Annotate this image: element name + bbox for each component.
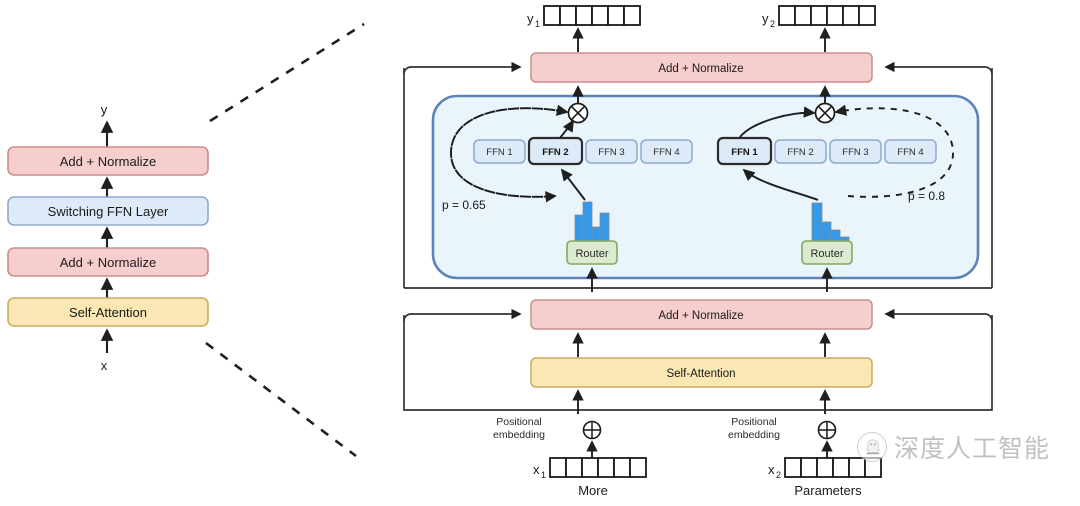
ffn-box-right-3[interactable]: FFN 3	[829, 139, 882, 164]
input-token-x1: x 1 More	[533, 457, 647, 498]
output-token-y1: y 1	[527, 5, 641, 29]
block-label: Add + Normalize	[658, 310, 743, 322]
residual-arrow-left-top	[403, 61, 522, 75]
multiply-node-right	[814, 102, 836, 124]
ffn-box-left-3[interactable]: FFN 3	[585, 139, 638, 164]
positional-embedding-label-left-line2: embedding	[493, 429, 545, 441]
token-cells	[549, 457, 647, 478]
ffn-label: FFN 1	[731, 147, 758, 158]
residual-arrow-left-bottom	[403, 308, 522, 322]
token-cells	[778, 5, 876, 26]
ffn-label: FFN 2	[542, 147, 568, 158]
positional-embedding-add-right	[817, 420, 837, 440]
input-token-x2: x 2 Parameters	[768, 457, 882, 498]
input-word-label: Parameters	[794, 483, 862, 498]
switching-ffn-layer-panel	[431, 94, 980, 280]
ffn-label: FFN 3	[842, 147, 868, 158]
token-cells	[543, 5, 641, 26]
ffn-box-left-2-selected[interactable]: FFN 2	[527, 136, 584, 166]
residual-arrow-right-top	[884, 61, 993, 75]
input-token-var: x	[533, 462, 540, 477]
figure-root: y Add + Normalize Switching FFN Layer Ad…	[0, 0, 1080, 506]
router-box-right[interactable]: Router	[801, 240, 853, 265]
positional-embedding-label-right-line1: Positional	[731, 416, 777, 428]
input-token-subscript: 2	[776, 470, 781, 480]
multiply-node-left	[567, 102, 589, 124]
positional-embedding-add-left	[582, 420, 602, 440]
token-cells	[784, 457, 882, 478]
router-label: Router	[575, 248, 608, 260]
ffn-box-right-2[interactable]: FFN 2	[774, 139, 827, 164]
residual-arrow-right-bottom	[884, 308, 993, 322]
output-token-subscript: 2	[770, 19, 775, 29]
right-panel: y 1 y 2 Add + Normalize p = 0.65 FFN 1 F…	[403, 5, 993, 498]
input-word-label: More	[578, 483, 608, 498]
positional-embedding-label-right-line2: embedding	[728, 429, 780, 441]
ffn-label: FFN 1	[486, 147, 512, 158]
router-box-left[interactable]: Router	[566, 240, 618, 265]
right-bottom-add-normalize[interactable]: Add + Normalize	[530, 299, 873, 330]
probability-label-right: p = 0.8	[908, 189, 945, 203]
ffn-box-left-4[interactable]: FFN 4	[640, 139, 693, 164]
right-top-add-normalize[interactable]: Add + Normalize	[530, 52, 873, 83]
output-token-var: y	[762, 11, 769, 26]
ffn-label: FFN 4	[897, 147, 923, 158]
ffn-box-right-1-selected[interactable]: FFN 1	[716, 136, 773, 166]
ffn-label: FFN 4	[653, 147, 679, 158]
input-token-subscript: 1	[541, 470, 546, 480]
block-label: Add + Normalize	[658, 63, 743, 75]
router-label: Router	[810, 248, 843, 260]
ffn-label: FFN 2	[787, 147, 813, 158]
probability-label-left: p = 0.65	[442, 198, 486, 212]
block-label: Self-Attention	[666, 368, 735, 380]
input-token-var: x	[768, 462, 775, 477]
output-token-subscript: 1	[535, 19, 540, 29]
positional-embedding-label-left-line1: Positional	[496, 416, 542, 428]
ffn-box-left-1[interactable]: FFN 1	[473, 139, 526, 164]
output-token-var: y	[527, 11, 534, 26]
right-self-attention[interactable]: Self-Attention	[530, 357, 873, 388]
output-token-y2: y 2	[762, 5, 876, 29]
ffn-label: FFN 3	[598, 147, 624, 158]
ffn-box-right-4[interactable]: FFN 4	[884, 139, 937, 164]
